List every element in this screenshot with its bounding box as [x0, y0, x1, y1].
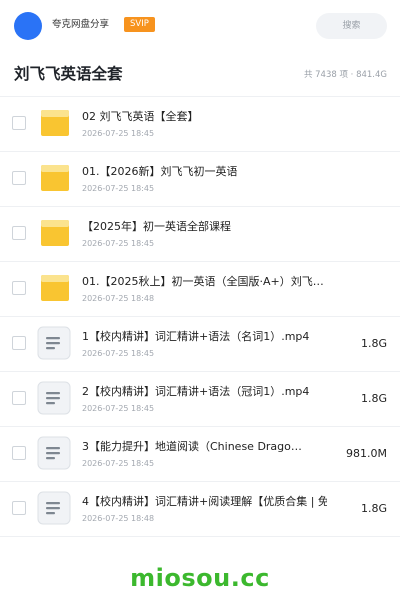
document-icon [37, 381, 71, 415]
item-date: 2026-07-25 18:48 [82, 294, 155, 303]
folder-icon [40, 274, 72, 306]
item-name[interactable]: 2【校内精讲】词汇精讲+语法（冠词1）.mp4 [82, 385, 327, 399]
item-date: 2026-07-25 18:45 [82, 184, 155, 193]
item-size: 981.0M [346, 447, 387, 460]
document-icon [37, 436, 71, 470]
item-date: 2026-07-25 18:45 [82, 129, 155, 138]
item-name[interactable]: 02 刘飞飞英语【全套】 [82, 110, 327, 124]
search-button[interactable]: 搜索 [316, 13, 387, 39]
file-list: 02 刘飞飞英语【全套】 2026-07-25 18:45 01.【2026新】刘飞… [0, 97, 400, 537]
folder-row[interactable]: 【2025年】初一英语全部课程 2026-07-25 18:45 [0, 207, 400, 262]
document-icon [37, 326, 71, 360]
item-name[interactable]: 01.【2025秋上】初一英语（全国版·A+）刘飞… [82, 275, 327, 289]
folder-icon [40, 109, 72, 141]
row-checkbox[interactable] [12, 226, 26, 240]
row-checkbox[interactable] [12, 281, 26, 295]
folder-row[interactable]: 02 刘飞飞英语【全套】 2026-07-25 18:45 [0, 97, 400, 152]
title-bar: 刘飞飞英语全套 共 7438 项 · 841.4G [0, 52, 400, 97]
item-size: 1.8G [360, 337, 387, 350]
document-icon [37, 491, 71, 525]
item-date: 2026-07-25 18:45 [82, 459, 155, 468]
item-name[interactable]: 3【能力提升】地道阅读（Chinese Drago… [82, 440, 327, 454]
row-checkbox[interactable] [12, 116, 26, 130]
row-checkbox[interactable] [12, 336, 26, 350]
item-name[interactable]: 1【校内精讲】词汇精讲+语法（名词1）.mp4 [82, 330, 327, 344]
page-title: 刘飞飞英语全套 [14, 65, 123, 83]
svip-badge: SVIP [124, 17, 155, 32]
avatar[interactable] [14, 12, 42, 40]
top-bar: 夸克网盘分享 SVIP 搜索 [0, 0, 400, 52]
row-checkbox[interactable] [12, 446, 26, 460]
file-row[interactable]: 4【校内精讲】词汇精讲+阅读理解【优质合集 | 免费获… 2026-07-25 1… [0, 482, 400, 537]
row-checkbox[interactable] [12, 391, 26, 405]
folder-row[interactable]: 01.【2025秋上】初一英语（全国版·A+）刘飞… 2026-07-25 18:… [0, 262, 400, 317]
file-row[interactable]: 2【校内精讲】词汇精讲+语法（冠词1）.mp4 2026-07-25 18:45 1… [0, 372, 400, 427]
folder-icon [40, 164, 72, 196]
item-name[interactable]: 【2025年】初一英语全部课程 [82, 220, 327, 234]
item-date: 2026-07-25 18:45 [82, 404, 155, 413]
file-summary: 共 7438 项 · 841.4G [303, 70, 387, 80]
item-date: 2026-07-25 18:45 [82, 239, 155, 248]
file-row[interactable]: 3【能力提升】地道阅读（Chinese Drago… 2026-07-25 18:… [0, 427, 400, 482]
item-size: 1.8G [360, 392, 387, 405]
item-size: 1.8G [360, 502, 387, 515]
watermark: miosou.cc [130, 564, 270, 592]
item-name[interactable]: 01.【2026新】刘飞飞初一英语 [82, 165, 327, 179]
row-checkbox[interactable] [12, 501, 26, 515]
folder-icon [40, 219, 72, 251]
file-row[interactable]: 1【校内精讲】词汇精讲+语法（名词1）.mp4 2026-07-25 18:45 1… [0, 317, 400, 372]
item-name[interactable]: 4【校内精讲】词汇精讲+阅读理解【优质合集 | 免费获… [82, 495, 327, 509]
row-checkbox[interactable] [12, 171, 26, 185]
item-date: 2026-07-25 18:48 [82, 514, 155, 523]
folder-row[interactable]: 01.【2026新】刘飞飞初一英语 2026-07-25 18:45 [0, 152, 400, 207]
item-date: 2026-07-25 18:45 [82, 349, 155, 358]
brand-name: 夸克网盘分享 [52, 19, 110, 30]
